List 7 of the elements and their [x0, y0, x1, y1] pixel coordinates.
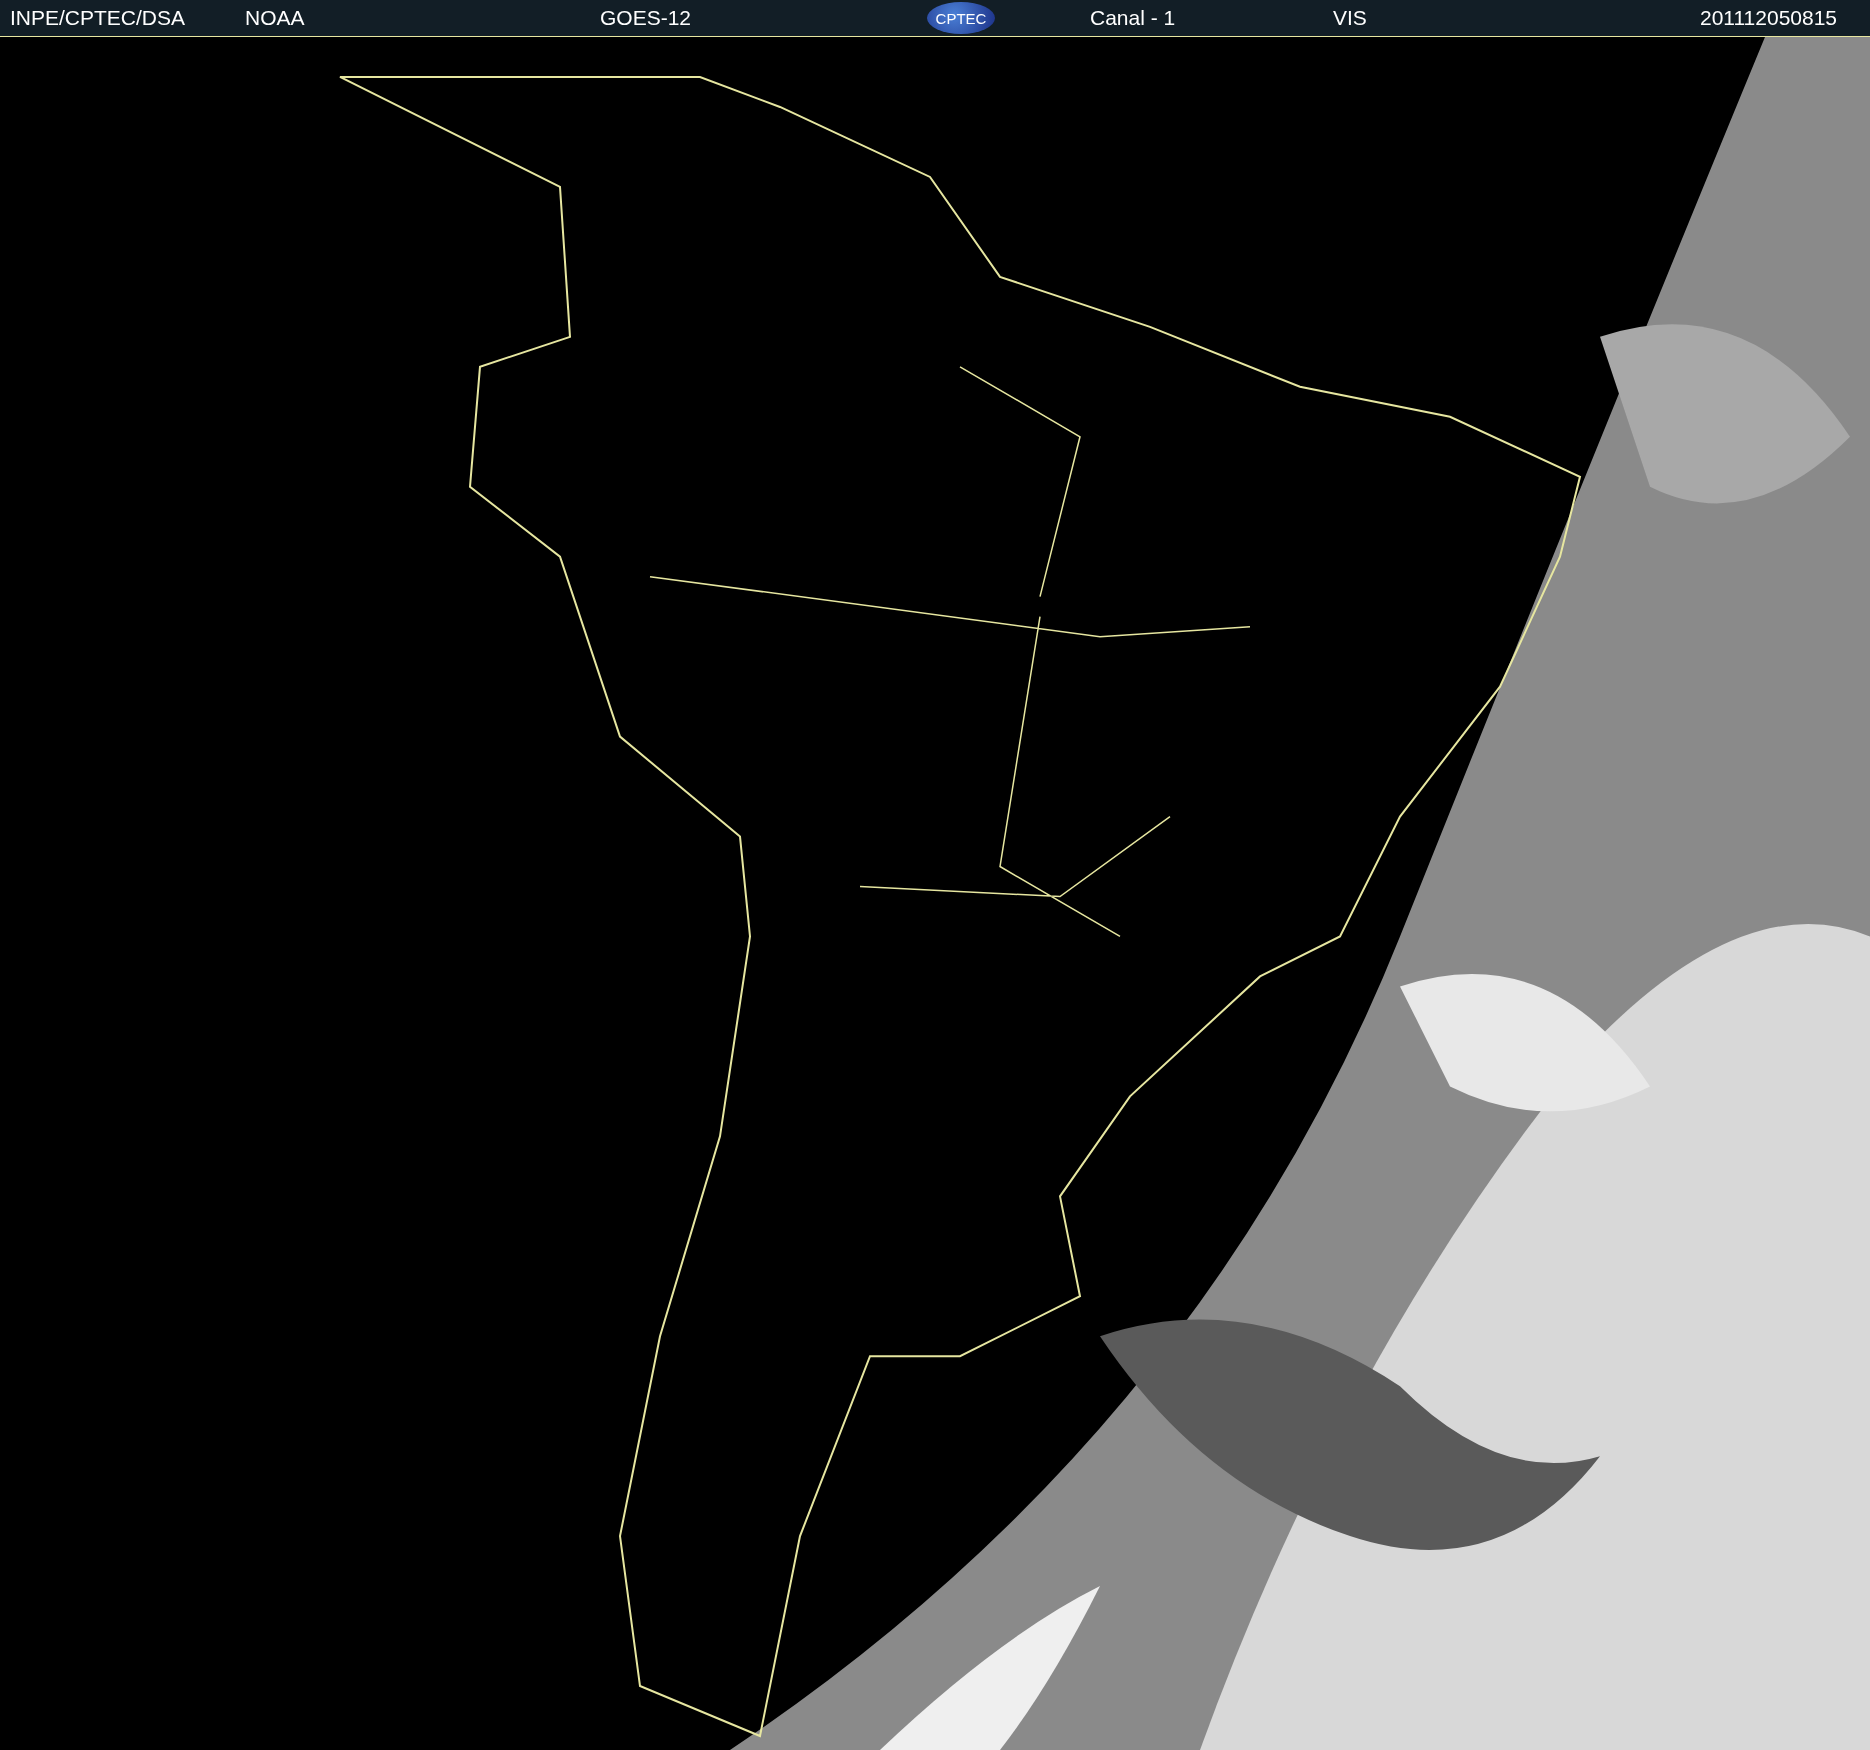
agency-label: NOAA — [245, 6, 306, 30]
source-label: INPE/CPTEC/DSA — [10, 6, 187, 30]
logo: CPTEC — [927, 2, 995, 34]
timestamp-label: 201112050815 — [1700, 6, 1838, 30]
satellite-label: GOES-12 — [600, 6, 693, 30]
channel-label: Canal - 1 — [1090, 6, 1177, 30]
band-label: VIS — [1333, 6, 1368, 30]
